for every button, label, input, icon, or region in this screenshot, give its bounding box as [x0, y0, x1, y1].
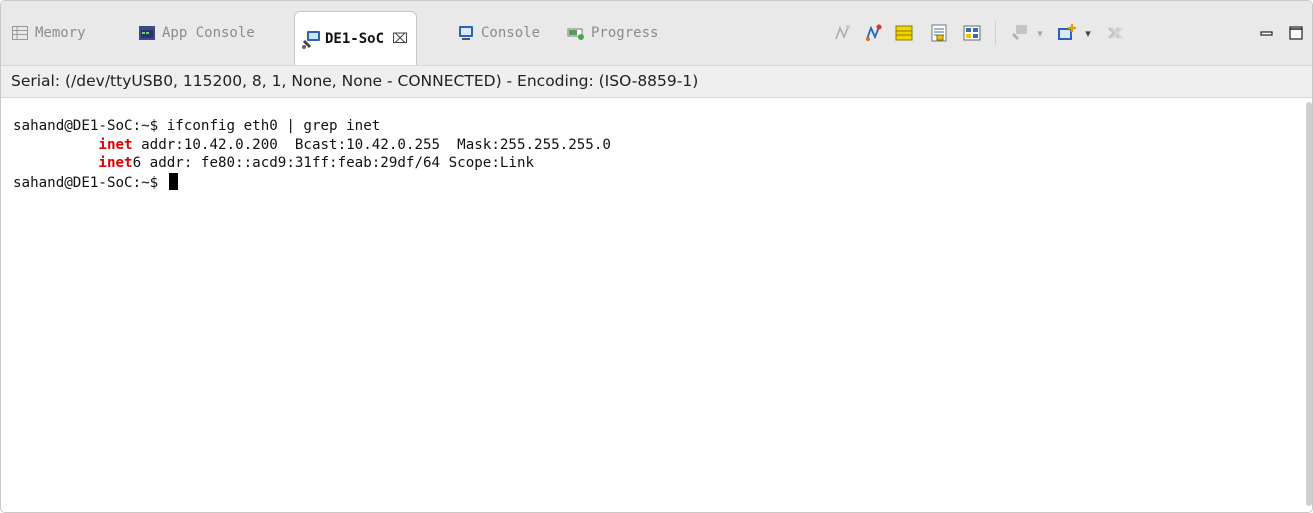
connection-status-line: Serial: (/dev/ttyUSB0, 115200, 8, 1, Non… — [1, 65, 1312, 97]
memory-icon — [11, 24, 29, 42]
new-terminal-dropdown-icon[interactable]: ▾ — [1030, 23, 1050, 43]
terminal-output[interactable]: sahand@DE1-SoC:~$ ifconfig eth0 | grep i… — [1, 97, 1312, 512]
terminal-line-rest: 6 addr: fe80::acd9:31ff:feab:29df/64 Sco… — [132, 155, 535, 171]
tab-label: Progress — [591, 25, 659, 41]
scroll-lock-icon[interactable] — [929, 23, 949, 43]
highlighted-keyword: inet — [98, 155, 133, 171]
tab-label: Console — [481, 25, 541, 41]
tab-app-console[interactable]: App Console — [138, 13, 255, 53]
vertical-scrollbar[interactable] — [1302, 98, 1312, 512]
tab-label: App Console — [162, 25, 255, 41]
tab-label: Memory — [35, 25, 86, 41]
scrollbar-thumb[interactable] — [1306, 102, 1312, 506]
tab-memory[interactable]: Memory — [11, 13, 86, 53]
toolbar-separator — [995, 21, 996, 45]
terminal-text: sahand@DE1-SoC:~$ ifconfig eth0 | grep i… — [13, 117, 611, 192]
tab-de1-soc[interactable]: DE1-SoC ⌧ — [294, 11, 418, 65]
open-console-dropdown-icon[interactable]: ▾ — [1078, 23, 1098, 43]
settings-icon[interactable] — [894, 23, 914, 43]
remove-icon[interactable] — [1104, 23, 1124, 43]
text-cursor — [168, 172, 178, 190]
view-tab-bar: Memory App Console DE1-SoC ⌧ Console Pro… — [1, 1, 1312, 65]
terminal-line: sahand@DE1-SoC:~$ ifconfig eth0 | grep i… — [13, 118, 381, 134]
tab-label: DE1-SoC — [325, 30, 385, 47]
app-console-icon — [138, 24, 156, 42]
connect-icon[interactable] — [833, 23, 853, 43]
disconnect-icon[interactable] — [864, 23, 884, 43]
highlighted-keyword: inet — [98, 136, 133, 153]
terminal-icon — [301, 30, 320, 49]
tab-progress[interactable]: Progress — [567, 13, 658, 53]
close-icon[interactable]: ⌧ — [392, 31, 408, 47]
maximize-icon[interactable] — [1286, 23, 1306, 43]
terminal-view-window: Memory App Console DE1-SoC ⌧ Console Pro… — [0, 0, 1313, 513]
new-terminal-icon[interactable] — [1009, 23, 1029, 43]
progress-icon — [567, 24, 585, 42]
open-console-icon[interactable] — [1057, 23, 1077, 43]
terminal-line-rest: addr:10.42.0.200 Bcast:10.42.0.255 Mask:… — [132, 136, 611, 153]
console-icon — [457, 24, 475, 42]
minimize-icon[interactable] — [1257, 23, 1277, 43]
terminal-prompt: sahand@DE1-SoC:~$ — [13, 174, 167, 191]
tab-console[interactable]: Console — [457, 13, 540, 53]
select-all-icon[interactable] — [962, 23, 982, 43]
